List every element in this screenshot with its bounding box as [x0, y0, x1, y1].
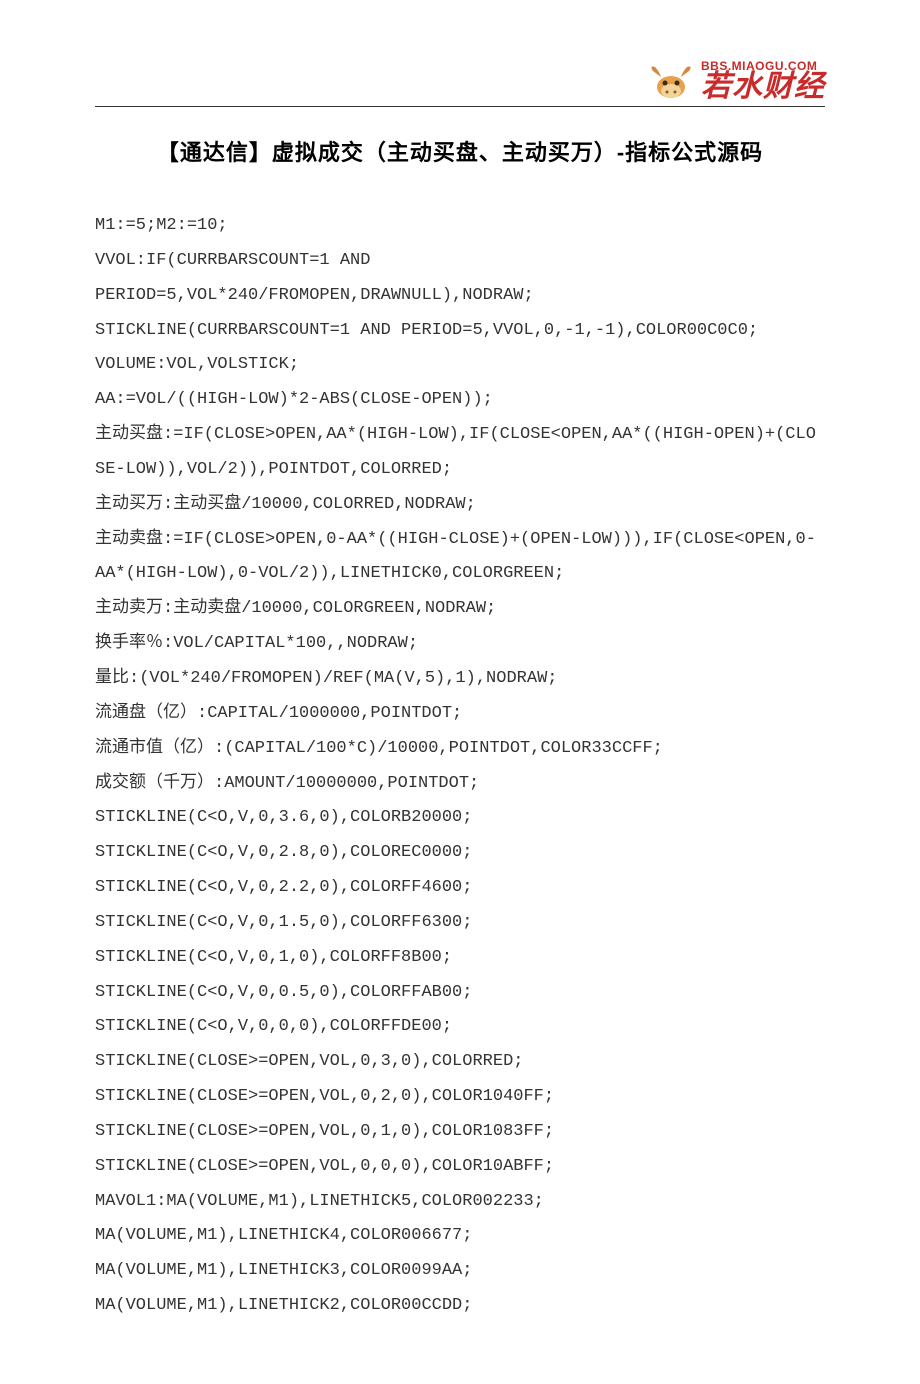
code-line: 流通盘（亿）:CAPITAL/1000000,POINTDOT;: [95, 697, 825, 732]
code-line: AA:=VOL/((HIGH-LOW)*2-ABS(CLOSE-OPEN));: [95, 383, 825, 418]
code-line: VVOL:IF(CURRBARSCOUNT=1 AND: [95, 244, 825, 279]
code-line: STICKLINE(C<O,V,0,2.8,0),COLOREC0000;: [95, 836, 825, 871]
code-line: 主动买万:主动买盘/10000,COLORRED,NODRAW;: [95, 488, 825, 523]
code-line: 流通市值（亿）:(CAPITAL/100*C)/10000,POINTDOT,C…: [95, 732, 825, 767]
code-line: 主动卖万:主动卖盘/10000,COLORGREEN,NODRAW;: [95, 592, 825, 627]
code-line: STICKLINE(CURRBARSCOUNT=1 AND PERIOD=5,V…: [95, 314, 825, 349]
code-line: M1:=5;M2:=10;: [95, 209, 825, 244]
code-line: 主动卖盘:=IF(CLOSE>OPEN,0-AA*((HIGH-CLOSE)+(…: [95, 523, 825, 593]
document-title: 【通达信】虚拟成交（主动买盘、主动买万）-指标公式源码: [95, 135, 825, 167]
header-brand: 若水财经: [701, 72, 825, 102]
code-line: STICKLINE(C<O,V,0,3.6,0),COLORB20000;: [95, 801, 825, 836]
code-line: STICKLINE(C<O,V,0,1,0),COLORFF8B00;: [95, 941, 825, 976]
code-line: 成交额（千万）:AMOUNT/10000000,POINTDOT;: [95, 767, 825, 802]
code-line: PERIOD=5,VOL*240/FROMOPEN,DRAWNULL),NODR…: [95, 279, 825, 314]
code-line: STICKLINE(CLOSE>=OPEN,VOL,0,2,0),COLOR10…: [95, 1080, 825, 1115]
code-line: 主动买盘:=IF(CLOSE>OPEN,AA*(HIGH-LOW),IF(CLO…: [95, 418, 825, 488]
bull-icon: [647, 61, 695, 101]
page-header: BBS.MIAOGU.COM 若水财经: [95, 60, 825, 107]
code-line: MAVOL1:MA(VOLUME,M1),LINETHICK5,COLOR002…: [95, 1185, 825, 1220]
code-line: STICKLINE(CLOSE>=OPEN,VOL,0,3,0),COLORRE…: [95, 1045, 825, 1080]
code-line: 量比:(VOL*240/FROMOPEN)/REF(MA(V,5),1),NOD…: [95, 662, 825, 697]
code-line: MA(VOLUME,M1),LINETHICK3,COLOR0099AA;: [95, 1254, 825, 1289]
code-line: STICKLINE(C<O,V,0,0,0),COLORFFDE00;: [95, 1010, 825, 1045]
code-line: STICKLINE(C<O,V,0,0.5,0),COLORFFAB00;: [95, 976, 825, 1011]
code-line: STICKLINE(CLOSE>=OPEN,VOL,0,0,0),COLOR10…: [95, 1150, 825, 1185]
code-line: STICKLINE(C<O,V,0,2.2,0),COLORFF4600;: [95, 871, 825, 906]
code-line: 换手率％:VOL/CAPITAL*100,,NODRAW;: [95, 627, 825, 662]
code-line: VOLUME:VOL,VOLSTICK;: [95, 348, 825, 383]
code-line: MA(VOLUME,M1),LINETHICK4,COLOR006677;: [95, 1219, 825, 1254]
code-line: STICKLINE(C<O,V,0,1.5,0),COLORFF6300;: [95, 906, 825, 941]
document-page: BBS.MIAOGU.COM 若水财经 【通达信】虚拟成交（主动买盘、主动买万）…: [0, 0, 920, 1384]
logo-container: BBS.MIAOGU.COM 若水财经: [647, 60, 825, 102]
code-block: M1:=5;M2:=10;VVOL:IF(CURRBARSCOUNT=1 AND…: [95, 209, 825, 1324]
logo-text: BBS.MIAOGU.COM 若水财经: [701, 60, 825, 102]
code-line: MA(VOLUME,M1),LINETHICK2,COLOR00CCDD;: [95, 1289, 825, 1324]
code-line: STICKLINE(CLOSE>=OPEN,VOL,0,1,0),COLOR10…: [95, 1115, 825, 1150]
